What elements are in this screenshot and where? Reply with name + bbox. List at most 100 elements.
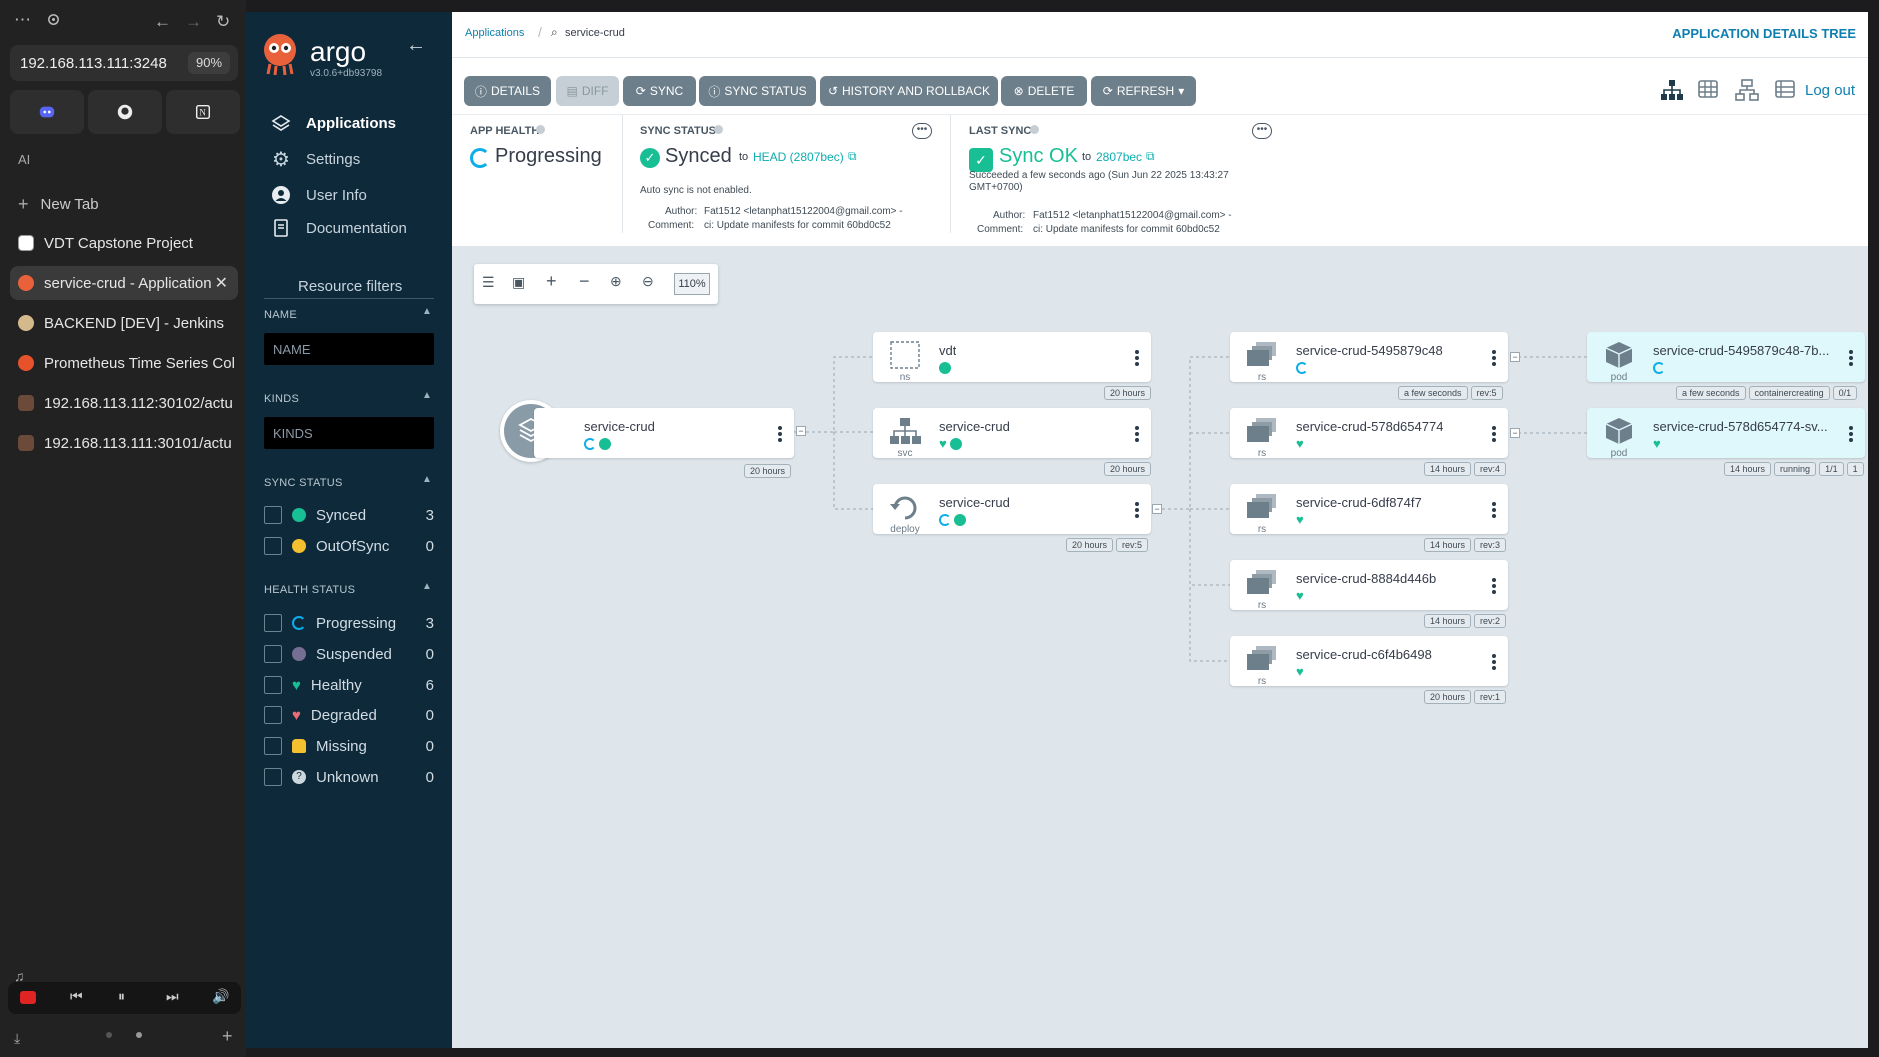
filter-missing[interactable]: Missing 0 [264,735,434,757]
tab-actuator-111[interactable]: 192.168.113.111:30101/actu [10,426,238,460]
nav-applications[interactable]: Applications [270,112,396,134]
checkbox[interactable] [264,768,282,786]
resource-node-svc[interactable]: svc service-crud ♥ [873,408,1151,459]
next-icon[interactable]: ⏭ [166,988,179,1005]
breadcrumb-app[interactable]: service-crud [565,27,625,39]
sync-revision-link[interactable]: HEAD (2807bec) [753,150,844,164]
app-node[interactable]: service-crud [534,408,794,458]
node-menu-icon[interactable] [1849,424,1855,444]
resource-node-rs[interactable]: rs service-crud-8884d446b ♥ [1230,560,1508,611]
filter-degraded[interactable]: ♥ Degraded 0 [264,704,434,726]
node-menu-icon[interactable] [1492,424,1498,444]
checkbox[interactable] [264,506,282,524]
collapse-icon[interactable]: ▲ [422,390,432,401]
logout-link[interactable]: Log out [1805,82,1855,99]
checkbox[interactable] [264,537,282,555]
tab-jenkins[interactable]: BACKEND [DEV] - Jenkins [10,306,238,340]
node-menu-icon[interactable] [1135,348,1141,368]
node-menu-icon[interactable] [778,424,784,444]
resource-node-rs[interactable]: rs service-crud-5495879c48 [1230,332,1508,383]
checkbox[interactable] [264,645,282,663]
tab-prometheus[interactable]: Prometheus Time Series Col [10,346,238,380]
back-icon[interactable]: ← [154,12,171,32]
collapse-icon[interactable]: ▲ [422,474,432,485]
sync-status-button[interactable]: ⓘ SYNC STATUS [699,76,816,106]
collapse-node-icon[interactable]: − [796,426,806,436]
node-menu-icon[interactable] [1849,348,1855,368]
filter-synced[interactable]: Synced 3 [264,504,434,526]
filter-outofsync[interactable]: OutOfSync 0 [264,535,434,557]
collapse-nav-icon[interactable]: ← [406,34,426,57]
breadcrumb-applications[interactable]: Applications [465,27,524,39]
node-menu-icon[interactable] [1492,500,1498,520]
pause-icon[interactable]: ⏸ [118,988,125,1005]
name-filter-input[interactable]: NAME [264,333,434,365]
last-sync-revision-link[interactable]: 2807bec [1096,150,1142,164]
tab-service-crud[interactable]: service-crud - Application ✕ [10,266,238,300]
node-menu-icon[interactable] [1492,576,1498,596]
node-menu-icon[interactable] [1135,424,1141,444]
resource-node-rs[interactable]: rs service-crud-c6f4b6498 ♥ [1230,636,1508,687]
sync-button[interactable]: ⟳ SYNC [623,76,696,106]
download-icon[interactable]: ⤓ [14,1030,20,1047]
node-menu-icon[interactable] [1492,348,1498,368]
reload-icon[interactable]: ↻ [216,12,230,32]
resource-node-rs[interactable]: rs service-crud-6df874f7 ♥ [1230,484,1508,535]
help-icon[interactable] [536,125,545,134]
collapse-node-icon[interactable]: − [1510,352,1520,362]
filter-unknown[interactable]: ? Unknown 0 [264,766,434,788]
pinned-notion[interactable]: N [166,90,240,134]
pinned-github[interactable] [88,90,162,134]
more-icon[interactable]: ⋯ [14,10,31,30]
filter-progressing[interactable]: Progressing 3 [264,612,434,634]
volume-icon[interactable]: 🔊 [212,988,229,1005]
tree-view-icon[interactable] [1659,78,1685,107]
nav-documentation[interactable]: Documentation [270,217,407,239]
list-view-icon[interactable] [1774,78,1796,105]
space-dot[interactable] [106,1032,112,1038]
resource-tree-canvas[interactable]: ☰ ▣ + − ⊕ ⊖ 110% service-crud 20 hours −… [452,246,1868,1048]
add-space-icon[interactable]: + [222,1026,233,1047]
resource-node-pod[interactable]: pod service-crud-5495879c48-7b... [1587,332,1865,383]
refresh-button[interactable]: ⟳ REFRESH ▾ [1091,76,1196,106]
argo-logo-icon[interactable] [262,32,298,76]
resource-node-pod[interactable]: pod service-crud-578d654774-sv... ♥ [1587,408,1865,459]
collapse-node-icon[interactable]: − [1152,504,1162,514]
search-icon[interactable]: ⌕ [551,25,558,40]
network-view-icon[interactable] [1734,78,1760,107]
more-options-icon[interactable]: ••• [1252,123,1272,139]
close-icon[interactable]: ✕ [215,273,228,293]
forward-icon[interactable]: → [185,12,202,32]
new-tab-button[interactable]: + New Tab [10,187,238,221]
delete-button[interactable]: ⊗ DELETE [1001,76,1087,106]
external-link-icon[interactable]: ⧉ [848,149,857,164]
checkbox[interactable] [264,614,282,632]
kinds-filter-input[interactable]: KINDS [264,417,434,449]
resource-node-ns[interactable]: ns vdt [873,332,1151,383]
filter-suspended[interactable]: Suspended 0 [264,643,434,665]
resource-node-rs[interactable]: rs service-crud-578d654774 ♥ [1230,408,1508,459]
help-icon[interactable] [714,125,723,134]
help-icon[interactable] [1030,125,1039,134]
checkbox[interactable] [264,676,282,694]
external-link-icon[interactable]: ⧉ [1146,149,1155,164]
collapse-node-icon[interactable]: − [1510,428,1520,438]
tab-vdt[interactable]: VDT Capstone Project [10,226,238,260]
details-button[interactable]: ⓘ DETAILS [464,76,551,106]
previous-icon[interactable]: ⏮ [70,988,83,1005]
checkbox[interactable] [264,737,282,755]
history-rollback-button[interactable]: ↺ HISTORY AND ROLLBACK [820,76,998,106]
zoom-level[interactable]: 90% [188,52,230,74]
node-menu-icon[interactable] [1492,652,1498,672]
nav-settings[interactable]: ⚙ Settings [270,148,360,171]
pinned-discord[interactable] [10,90,84,134]
more-options-icon[interactable]: ••• [912,123,932,139]
tab-actuator-112[interactable]: 192.168.113.112:30102/actu [10,386,238,420]
collapse-icon[interactable]: ▲ [422,306,432,317]
extensions-icon[interactable] [46,12,61,32]
nav-user-info[interactable]: User Info [270,184,367,206]
checkbox[interactable] [264,706,282,724]
resource-node-deploy[interactable]: deploy service-crud [873,484,1151,535]
node-menu-icon[interactable] [1135,500,1141,520]
space-dot[interactable] [136,1032,142,1038]
